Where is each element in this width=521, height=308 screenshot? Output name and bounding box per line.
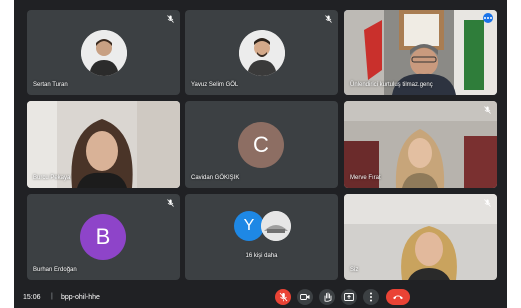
participant-name: Cavidan GÖKIŞIK — [191, 175, 240, 181]
mic-off-icon — [325, 15, 332, 23]
participant-name: Yavuz Selim GÖL — [191, 82, 239, 88]
mic-off-icon — [167, 199, 174, 207]
participant-name: Siz — [350, 267, 359, 273]
mic-toggle-button[interactable] — [275, 289, 291, 305]
left-page-margin — [0, 0, 14, 308]
participant-tile-burhan[interactable]: B Burhan Erdoğan — [27, 194, 180, 280]
others-photo-avatar — [261, 211, 291, 241]
participant-avatar-photo — [239, 30, 285, 76]
mic-off-icon — [484, 106, 491, 114]
mic-off-icon — [279, 292, 287, 302]
participant-name: Ünlendirici kurtuluş tilmaz.genç — [350, 82, 433, 88]
hand-icon — [324, 292, 331, 302]
participant-tile-yavuz[interactable]: Yavuz Selim GÖL — [185, 10, 338, 95]
mic-off-icon — [167, 15, 174, 23]
meeting-code: bpp-ohil-hhe — [61, 294, 100, 301]
camera-toggle-button[interactable] — [297, 289, 313, 305]
leave-call-button[interactable] — [386, 289, 410, 305]
phone-end-icon — [393, 295, 403, 300]
self-video — [344, 194, 497, 280]
participant-initial-avatar: C — [238, 122, 284, 168]
present-icon — [344, 292, 354, 301]
right-page-margin — [507, 0, 521, 308]
others-count: 16 kişi daha — [245, 253, 278, 259]
raise-hand-button[interactable] — [319, 289, 335, 305]
participant-tile-cavidan[interactable]: C Cavidan GÖKIŞIK — [185, 101, 338, 188]
mic-off-icon — [484, 199, 491, 207]
others-tile[interactable]: Y 16 kişi daha — [185, 194, 338, 280]
meeting-toolbar: 15:06 | bpp-ohil-hhe — [14, 286, 507, 308]
more-vert-icon — [370, 292, 372, 302]
others-initial-avatar: Y — [234, 211, 264, 241]
participant-tile-burcu[interactable]: Burcu Pekaya — [27, 101, 180, 188]
camera-icon — [300, 294, 310, 300]
more-options-button[interactable] — [363, 289, 379, 305]
participant-initial-avatar: B — [80, 214, 126, 260]
participant-name: Burhan Erdoğan — [33, 267, 77, 273]
present-button[interactable] — [341, 289, 357, 305]
meeting-separator: | — [51, 293, 53, 300]
self-tile[interactable]: Siz — [344, 194, 497, 280]
participant-tile-sertan[interactable]: Sertan Turan — [27, 10, 180, 95]
meeting-time: 15:06 — [23, 294, 41, 301]
participant-name: Burcu Pekaya — [33, 175, 71, 181]
participant-name: Merve Fırat — [350, 175, 381, 181]
more-options-icon[interactable] — [483, 13, 493, 23]
participant-tile-merve[interactable]: Merve Fırat — [344, 101, 497, 188]
participant-name: Sertan Turan — [33, 82, 68, 88]
participant-tile-speaker[interactable]: Ünlendirici kurtuluş tilmaz.genç — [344, 10, 497, 95]
participant-avatar-photo — [81, 30, 127, 76]
